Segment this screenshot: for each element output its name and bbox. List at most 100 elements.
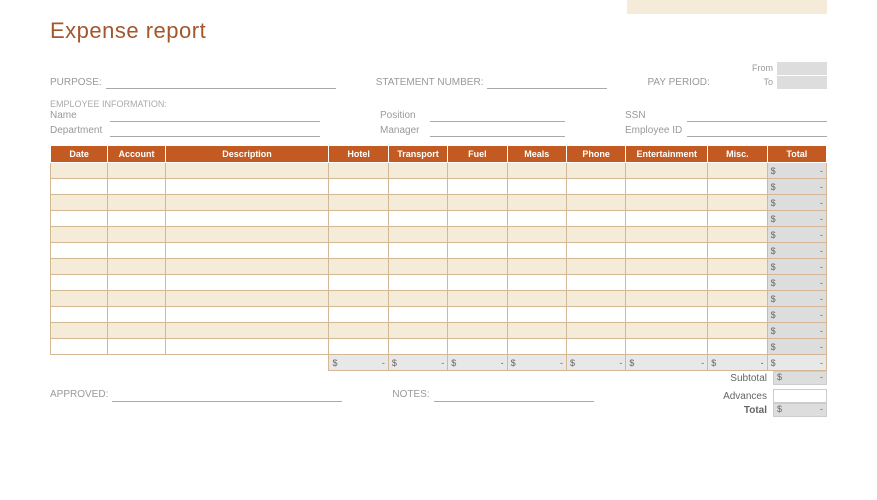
table-cell[interactable] xyxy=(708,227,767,243)
table-cell[interactable] xyxy=(708,275,767,291)
table-cell[interactable] xyxy=(329,259,388,275)
table-cell[interactable] xyxy=(708,211,767,227)
table-cell[interactable] xyxy=(51,195,108,211)
position-input[interactable] xyxy=(430,109,565,122)
table-cell[interactable] xyxy=(388,179,447,195)
table-cell[interactable] xyxy=(165,211,329,227)
table-cell[interactable] xyxy=(165,259,329,275)
table-cell[interactable] xyxy=(329,243,388,259)
table-cell[interactable] xyxy=(51,339,108,355)
purpose-input[interactable] xyxy=(106,76,336,89)
table-cell[interactable] xyxy=(51,323,108,339)
table-cell[interactable] xyxy=(329,179,388,195)
table-cell[interactable] xyxy=(388,291,447,307)
table-cell[interactable] xyxy=(507,211,566,227)
table-cell[interactable] xyxy=(329,163,388,179)
table-cell[interactable] xyxy=(708,163,767,179)
table-cell[interactable] xyxy=(51,307,108,323)
department-input[interactable] xyxy=(110,124,320,137)
table-cell[interactable] xyxy=(566,227,625,243)
table-cell[interactable] xyxy=(108,211,165,227)
table-cell[interactable] xyxy=(566,291,625,307)
advances-value[interactable] xyxy=(773,389,827,403)
table-cell[interactable] xyxy=(708,339,767,355)
table-cell[interactable] xyxy=(566,163,625,179)
table-cell[interactable] xyxy=(448,227,507,243)
table-cell[interactable] xyxy=(708,291,767,307)
table-cell[interactable] xyxy=(507,275,566,291)
table-cell[interactable] xyxy=(708,195,767,211)
table-cell[interactable] xyxy=(51,163,108,179)
table-cell[interactable] xyxy=(51,291,108,307)
table-cell[interactable] xyxy=(388,323,447,339)
table-cell[interactable] xyxy=(108,275,165,291)
table-cell[interactable] xyxy=(448,243,507,259)
table-cell[interactable] xyxy=(108,339,165,355)
table-cell[interactable] xyxy=(388,211,447,227)
table-cell[interactable] xyxy=(329,323,388,339)
table-cell[interactable] xyxy=(165,195,329,211)
table-cell[interactable] xyxy=(108,259,165,275)
table-cell[interactable] xyxy=(507,259,566,275)
table-cell[interactable] xyxy=(388,275,447,291)
table-cell[interactable] xyxy=(165,323,329,339)
notes-input[interactable] xyxy=(434,389,594,402)
table-cell[interactable] xyxy=(108,307,165,323)
table-cell[interactable] xyxy=(329,307,388,323)
table-cell[interactable] xyxy=(165,291,329,307)
table-cell[interactable] xyxy=(165,307,329,323)
table-cell[interactable] xyxy=(165,275,329,291)
table-cell[interactable] xyxy=(329,227,388,243)
table-cell[interactable] xyxy=(626,307,708,323)
table-cell[interactable] xyxy=(626,195,708,211)
table-cell[interactable] xyxy=(165,227,329,243)
table-cell[interactable] xyxy=(165,179,329,195)
name-input[interactable] xyxy=(110,109,320,122)
table-cell[interactable] xyxy=(566,243,625,259)
table-cell[interactable] xyxy=(51,243,108,259)
table-cell[interactable] xyxy=(507,179,566,195)
table-cell[interactable] xyxy=(566,307,625,323)
table-cell[interactable] xyxy=(626,259,708,275)
table-cell[interactable] xyxy=(626,339,708,355)
table-cell[interactable] xyxy=(708,179,767,195)
to-input[interactable] xyxy=(777,76,827,89)
table-cell[interactable] xyxy=(507,307,566,323)
table-cell[interactable] xyxy=(448,323,507,339)
table-cell[interactable] xyxy=(388,243,447,259)
table-cell[interactable] xyxy=(626,275,708,291)
table-cell[interactable] xyxy=(448,211,507,227)
table-cell[interactable] xyxy=(507,323,566,339)
table-cell[interactable] xyxy=(51,259,108,275)
table-cell[interactable] xyxy=(108,195,165,211)
table-cell[interactable] xyxy=(566,275,625,291)
table-cell[interactable] xyxy=(507,291,566,307)
table-cell[interactable] xyxy=(626,163,708,179)
table-cell[interactable] xyxy=(708,307,767,323)
table-cell[interactable] xyxy=(708,259,767,275)
table-cell[interactable] xyxy=(108,243,165,259)
table-cell[interactable] xyxy=(566,179,625,195)
table-cell[interactable] xyxy=(566,323,625,339)
table-cell[interactable] xyxy=(566,259,625,275)
table-cell[interactable] xyxy=(448,179,507,195)
table-cell[interactable] xyxy=(108,323,165,339)
table-cell[interactable] xyxy=(566,211,625,227)
table-cell[interactable] xyxy=(626,227,708,243)
table-cell[interactable] xyxy=(51,179,108,195)
table-cell[interactable] xyxy=(329,195,388,211)
employee-id-input[interactable] xyxy=(687,124,827,137)
table-cell[interactable] xyxy=(388,195,447,211)
table-cell[interactable] xyxy=(388,307,447,323)
table-cell[interactable] xyxy=(566,195,625,211)
ssn-input[interactable] xyxy=(687,109,827,122)
table-cell[interactable] xyxy=(448,307,507,323)
table-cell[interactable] xyxy=(51,275,108,291)
from-input[interactable] xyxy=(777,62,827,75)
table-cell[interactable] xyxy=(388,259,447,275)
table-cell[interactable] xyxy=(448,339,507,355)
manager-input[interactable] xyxy=(430,124,565,137)
table-cell[interactable] xyxy=(626,291,708,307)
table-cell[interactable] xyxy=(329,275,388,291)
approved-input[interactable] xyxy=(112,389,342,402)
